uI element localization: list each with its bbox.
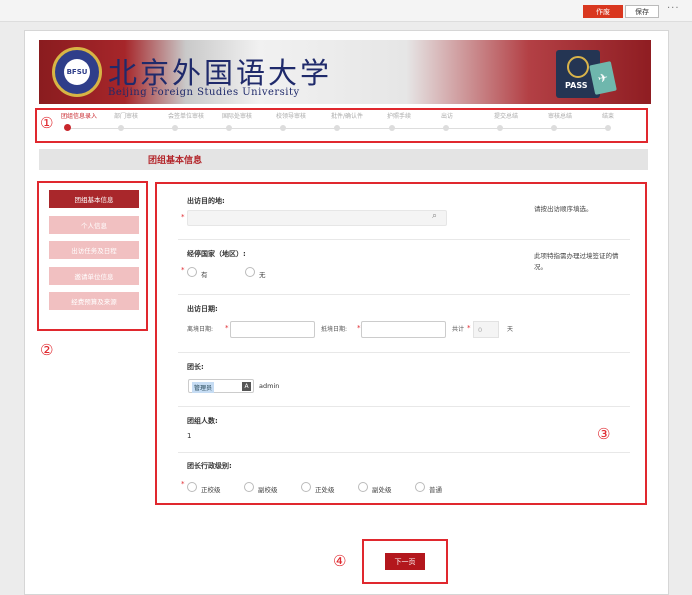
university-seal-logo: BFSU: [52, 47, 102, 97]
transit-yes-label: 有: [201, 271, 208, 279]
leader-selector[interactable]: 管理员 A: [188, 379, 254, 393]
required-mark: *: [181, 213, 185, 221]
required-mark: *: [181, 266, 185, 274]
sidebar-item-budget[interactable]: 经费预算及来源: [49, 292, 139, 310]
rank-option-label: 副校级: [258, 486, 278, 494]
step-dot-5: [280, 125, 286, 131]
transit-no-label: 无: [259, 271, 266, 279]
next-page-button[interactable]: 下一页: [385, 553, 425, 570]
step-label-1[interactable]: 团组信息录入: [61, 111, 97, 120]
user-picker-icon[interactable]: A: [242, 382, 251, 391]
sidebar-item-personal-info[interactable]: 个人信息: [49, 216, 139, 234]
step-label-11: 结束: [602, 113, 615, 120]
annotation-marker-3: ③: [597, 425, 611, 443]
required-mark: *: [225, 324, 229, 332]
void-button[interactable]: 作废: [583, 5, 623, 18]
rank-option-radio[interactable]: [187, 482, 197, 492]
step-dot-7: [389, 125, 395, 131]
step-dot-8: [443, 125, 449, 131]
depart-date-label: 离境日期:: [187, 326, 214, 333]
destination-label: 出访目的地:: [187, 197, 225, 205]
rank-option-label: 正处级: [315, 486, 335, 494]
step-dot-4: [226, 125, 232, 131]
annotation-marker-1: ①: [40, 114, 54, 132]
total-days-input: 0: [473, 321, 499, 338]
leader-rank-label: 团长行政级别:: [187, 462, 232, 470]
rank-option-label: 正校级: [201, 486, 221, 494]
university-name-en: Beijing Foreign Studies University: [108, 87, 300, 98]
divider: [178, 406, 630, 407]
destination-search-input[interactable]: [187, 210, 447, 226]
step-dot-11: [605, 125, 611, 131]
step-dot-1[interactable]: [64, 124, 71, 131]
depart-date-input[interactable]: [230, 321, 315, 338]
required-mark: *: [467, 324, 471, 332]
divider: [178, 294, 630, 295]
sidebar-item-schedule[interactable]: 出访任务及日程: [49, 241, 139, 259]
step-dot-10: [551, 125, 557, 131]
days-unit: 天: [507, 326, 514, 333]
return-date-label: 抵境日期:: [321, 326, 348, 333]
dates-label: 出访日期:: [187, 305, 218, 313]
search-icon[interactable]: ⌕: [432, 211, 437, 221]
annotation-marker-2: ②: [40, 341, 54, 359]
required-mark: *: [181, 480, 185, 488]
step-dot-6: [334, 125, 340, 131]
destination-hint: 请按出访顺序填选。: [534, 205, 593, 213]
total-days-label: 共计: [452, 326, 465, 333]
transit-yes-radio[interactable]: [187, 267, 197, 277]
step-label-9: 提交总结: [494, 113, 519, 120]
divider: [178, 452, 630, 453]
member-count-label: 团组人数:: [187, 417, 218, 425]
divider: [178, 239, 630, 240]
more-icon[interactable]: ···: [667, 3, 680, 14]
annotation-marker-4: ④: [333, 552, 347, 570]
passport-label: PASS: [565, 81, 588, 90]
form-area-highlight: [155, 182, 647, 505]
transit-hint: 此项特指需办理过境签证的情况。: [534, 252, 619, 271]
leader-label: 团长:: [187, 363, 204, 371]
globe-icon: [567, 56, 589, 78]
rank-option-radio[interactable]: [358, 482, 368, 492]
rank-option-radio[interactable]: [415, 482, 425, 492]
step-label-6: 批件/确认件: [331, 113, 364, 120]
step-label-2: 部门审核: [114, 113, 139, 120]
transit-label: 经停国家（地区）:: [187, 250, 246, 258]
save-button[interactable]: 保存: [625, 5, 659, 18]
divider: [178, 352, 630, 353]
sidebar-item-inviter[interactable]: 邀请单位信息: [49, 267, 139, 285]
step-label-3: 会签单位审核: [168, 113, 205, 120]
rank-option-label: 副处级: [372, 486, 392, 494]
member-count-value: 1: [187, 432, 192, 440]
step-label-8: 出访: [441, 113, 454, 120]
leader-name-tag: 管理员: [192, 382, 215, 393]
step-dot-9: [497, 125, 503, 131]
transit-no-radio[interactable]: [245, 267, 255, 277]
required-mark: *: [357, 324, 361, 332]
step-label-7: 护照手续: [387, 113, 412, 120]
rank-option-label: 普通: [429, 486, 442, 494]
step-label-5: 校领导审核: [276, 113, 307, 120]
rank-option-radio[interactable]: [244, 482, 254, 492]
section-title: 团组基本信息: [148, 156, 203, 166]
return-date-input[interactable]: [361, 321, 446, 338]
seal-text: BFSU: [64, 59, 90, 85]
sidebar-item-basic-info[interactable]: 团组基本信息: [49, 190, 139, 208]
step-label-4: 国际处审核: [222, 113, 253, 120]
university-name-cn: 北京外国语大学: [108, 56, 333, 90]
step-dot-2: [118, 125, 124, 131]
step-label-10: 审核总结: [548, 113, 573, 120]
section-header-bar: [39, 149, 648, 170]
step-dot-3: [172, 125, 178, 131]
leader-id: admin: [259, 382, 280, 390]
rank-option-radio[interactable]: [301, 482, 311, 492]
top-toolbar: 作废 保存 ···: [0, 0, 692, 22]
